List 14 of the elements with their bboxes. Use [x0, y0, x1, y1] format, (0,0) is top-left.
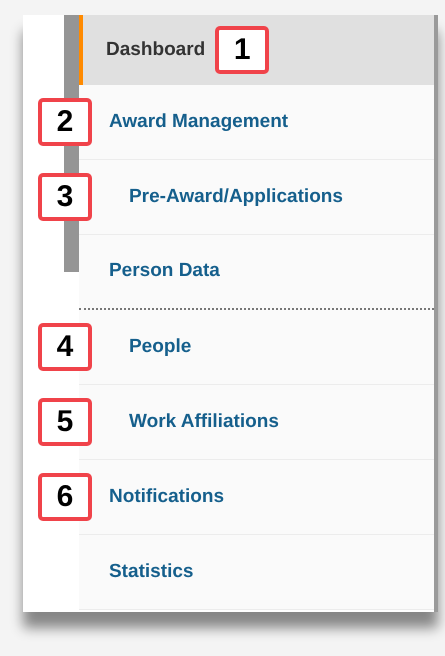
menu-item[interactable]: Pre-Award/Applications — [79, 160, 434, 235]
menu-item[interactable]: Person Data — [79, 235, 434, 310]
callout-number: 1 — [215, 26, 270, 74]
menu-item[interactable]: Notifications — [79, 460, 434, 535]
menu-item[interactable]: Work Affiliations — [79, 385, 434, 460]
menu-item[interactable]: Statistics — [79, 535, 434, 610]
callout-number: 2 — [38, 98, 92, 146]
menu-item[interactable]: People — [79, 310, 434, 385]
menu-item[interactable]: Award Management — [79, 85, 434, 160]
callout-number: 3 — [38, 173, 92, 221]
callout-number: 6 — [38, 473, 92, 521]
menu-item[interactable]: Dashboard 1 — [79, 15, 434, 85]
callout-number: 5 — [38, 398, 92, 446]
callout-number: 4 — [38, 323, 92, 371]
